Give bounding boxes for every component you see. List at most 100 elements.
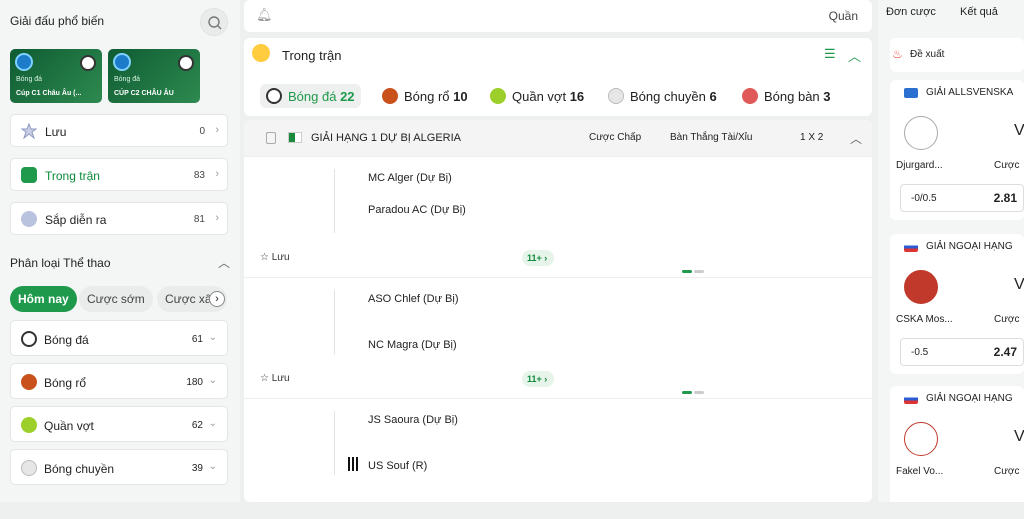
sport-item-volleyball[interactable]: Bóng chuyền 39 ⌄ bbox=[10, 449, 228, 485]
card-league: GIẢI ALLSVENSKA bbox=[926, 87, 1014, 98]
card-league: Cúp C1 Châu Âu (... bbox=[16, 90, 82, 97]
match-row[interactable]: ASO Chlef (Dự Bị) NC Magra (Dự Bị) ☆ Lưu… bbox=[244, 277, 872, 398]
home-team: MC Alger (Dự Bị) bbox=[368, 172, 452, 184]
card-league: CÚP C2 CHÂU ÂU bbox=[114, 90, 174, 97]
save-label: Lưu bbox=[271, 373, 290, 384]
tab-label: Bóng đá bbox=[288, 89, 337, 104]
tab-table-tennis[interactable]: Bóng bàn 3 bbox=[742, 88, 831, 104]
away-team: NC Magra (Dự Bị) bbox=[368, 339, 457, 351]
tab-label: Bóng bàn bbox=[764, 89, 820, 104]
tab-results[interactable]: Kết quả bbox=[960, 6, 998, 18]
right-sidebar: Đơn cược Kết quả ♨ Đề xuất GIẢI ALLSVENS… bbox=[878, 0, 1024, 502]
soccer-ball-icon bbox=[80, 55, 96, 71]
sport-label: Bóng chuyền bbox=[44, 462, 115, 476]
tab-count: 10 bbox=[453, 89, 468, 104]
col-overunder: Bàn Thắng Tài/Xỉu bbox=[670, 132, 753, 143]
tab-tennis[interactable]: Quần vợt 16 bbox=[490, 88, 584, 104]
league-card-c1[interactable]: Bóng đá Cúp C1 Châu Âu (... bbox=[10, 49, 102, 103]
globe-icon bbox=[113, 53, 131, 71]
chevron-right-icon: › bbox=[215, 168, 219, 180]
sport-item-football[interactable]: Bóng đá 61 ⌄ bbox=[10, 320, 228, 356]
odd-value: 2.81 bbox=[993, 191, 1017, 205]
live-title: Trong trận bbox=[282, 48, 342, 63]
football-icon bbox=[21, 331, 37, 347]
suggest-card[interactable]: GIẢI NGOẠI HẠNG V CSKA Mos... Cược -0.5 2… bbox=[890, 234, 1024, 374]
tennis-icon bbox=[490, 88, 506, 104]
menu-label: Sắp diễn ra bbox=[45, 213, 107, 227]
sport-item-basketball[interactable]: Bóng rổ 180 ⌄ bbox=[10, 363, 228, 399]
save-label: Lưu bbox=[271, 252, 290, 263]
suggest-label: Đề xuất bbox=[910, 49, 945, 60]
card-league: GIẢI NGOẠI HẠNG bbox=[926, 241, 1013, 252]
tab-volleyball[interactable]: Bóng chuyền 6 bbox=[608, 88, 717, 104]
team-name: Djurgard... bbox=[896, 160, 943, 171]
tennis-icon bbox=[21, 417, 37, 433]
tab-basketball[interactable]: Bóng rổ 10 bbox=[382, 88, 468, 104]
fire-icon bbox=[252, 44, 270, 62]
bookmark-icon[interactable] bbox=[266, 132, 276, 144]
tab-count: 22 bbox=[340, 89, 355, 104]
match-row[interactable]: JS Saoura (Dự Bị) US Souf (R) bbox=[244, 398, 872, 519]
more-markets-button[interactable]: 11+ › bbox=[522, 250, 554, 266]
tab-today[interactable]: Hôm nay bbox=[10, 286, 77, 312]
sport-count: 61 bbox=[191, 334, 203, 345]
table-tennis-icon bbox=[742, 88, 758, 104]
sport-count: 62 bbox=[191, 420, 203, 431]
card-sport: Bóng đá bbox=[114, 76, 141, 83]
divider bbox=[334, 169, 335, 233]
sport-label: Bóng đá bbox=[44, 333, 89, 347]
league-name: GIẢI HẠNG 1 DỰ BỊ ALGERIA bbox=[311, 132, 461, 144]
vs-label: V bbox=[1014, 276, 1024, 293]
bell-icon[interactable]: 🔔︎ bbox=[256, 7, 273, 23]
menu-count: 0 bbox=[199, 126, 205, 137]
basketball-icon bbox=[21, 374, 37, 390]
globe-icon bbox=[15, 53, 33, 71]
sport-category-title: Phân loại Thể thao bbox=[10, 256, 111, 270]
home-team: JS Saoura (Dự Bị) bbox=[368, 414, 458, 426]
search-icon[interactable] bbox=[200, 8, 228, 36]
chevron-up-icon[interactable]: ︿ bbox=[218, 254, 230, 271]
fire-icon: ♨ bbox=[892, 47, 903, 61]
menu-live[interactable]: Trong trận 83 › bbox=[10, 158, 228, 191]
top-bar: 🔔︎ Quần bbox=[244, 0, 872, 32]
home-team: ASO Chlef (Dự Bị) bbox=[368, 293, 459, 305]
bet-label: Cược bbox=[994, 314, 1020, 325]
chevron-down-icon: ⌄ bbox=[208, 461, 217, 472]
save-button[interactable]: ☆ Lưu bbox=[260, 252, 290, 263]
tab-early[interactable]: Cược sớm bbox=[79, 286, 153, 312]
menu-upcoming[interactable]: Sắp diễn ra 81 › bbox=[10, 202, 228, 235]
popular-leagues-title: Giải đấu phổ biến bbox=[10, 14, 105, 28]
russia-flag-icon bbox=[904, 394, 918, 404]
league-header: GIẢI HẠNG 1 DỰ BỊ ALGERIA Cược Chấp Bàn … bbox=[244, 120, 872, 156]
more-markets-button[interactable]: 11+ › bbox=[522, 371, 554, 387]
league-block: GIẢI HẠNG 1 DỰ BỊ ALGERIA Cược Chấp Bàn … bbox=[244, 120, 872, 502]
sport-count: 39 bbox=[191, 463, 203, 474]
chevron-up-icon[interactable]: ︿ bbox=[850, 130, 862, 147]
chevron-down-icon: ⌄ bbox=[208, 375, 217, 386]
odds-button[interactable]: -0.5 2.47 bbox=[900, 338, 1024, 366]
tab-label: Quần vợt bbox=[512, 89, 567, 104]
topbar-item[interactable]: Quần bbox=[829, 9, 858, 23]
team-logo bbox=[904, 270, 938, 304]
sport-item-tennis[interactable]: Quần vợt 62 ⌄ bbox=[10, 406, 228, 442]
suggest-card[interactable]: GIẢI ALLSVENSKA V Djurgard... Cược -0/0.… bbox=[890, 80, 1024, 220]
chevron-down-icon: ⌄ bbox=[208, 418, 217, 429]
save-button[interactable]: ☆ Lưu bbox=[260, 373, 290, 384]
team-logo bbox=[904, 422, 938, 456]
tab-football[interactable]: Bóng đá 22 bbox=[260, 84, 361, 108]
volleyball-icon bbox=[21, 460, 37, 476]
chevron-right-icon[interactable]: › bbox=[209, 291, 225, 307]
tab-count: 16 bbox=[569, 89, 585, 104]
odds-button[interactable]: -0/0.5 2.81 bbox=[900, 184, 1024, 212]
filter-icon[interactable]: ☰ bbox=[824, 46, 836, 62]
match-row[interactable]: MC Alger (Dự Bị) Paradou AC (Dự Bị) ☆ Lư… bbox=[244, 156, 872, 277]
suggest-card[interactable]: GIẢI NGOẠI HẠNG V Fakel Vo... Cược bbox=[890, 386, 1024, 502]
divider bbox=[334, 411, 335, 475]
card-sport: Bóng đá bbox=[16, 76, 43, 83]
tab-bet-slip[interactable]: Đơn cược bbox=[886, 6, 936, 18]
handicap: -0.5 bbox=[911, 347, 929, 358]
volleyball-icon bbox=[608, 88, 624, 104]
chevron-up-icon[interactable]: ︿ bbox=[848, 46, 861, 65]
menu-saved[interactable]: Lưu 0 › bbox=[10, 114, 228, 147]
league-card-c2[interactable]: Bóng đá CÚP C2 CHÂU ÂU bbox=[108, 49, 200, 103]
